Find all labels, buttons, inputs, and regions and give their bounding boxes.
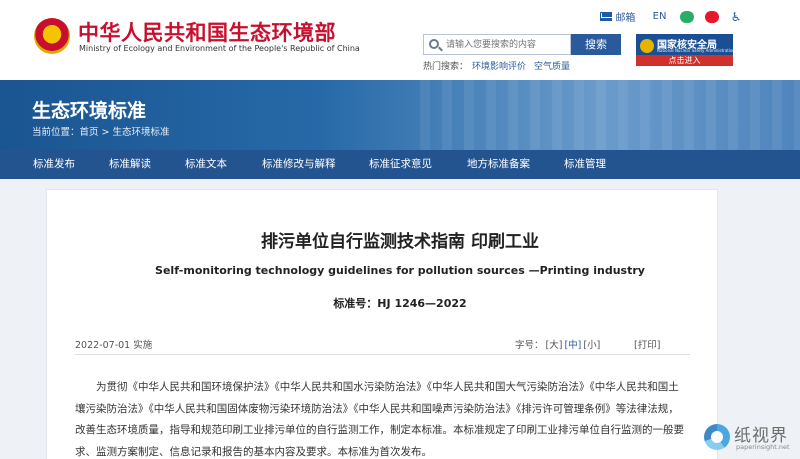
search-input[interactable]	[446, 36, 568, 53]
national-emblem-icon[interactable]: ★	[34, 18, 70, 54]
search-box	[423, 34, 571, 55]
hot-searches: 热门搜索： 环境影响评价 空气质量	[423, 59, 570, 72]
breadcrumb[interactable]: 当前位置：首页 > 生态环境标准	[32, 124, 170, 138]
site-header: ★ 中华人民共和国生态环境部 Ministry of Ecology and E…	[0, 0, 800, 80]
hot-search-item[interactable]: 空气质量	[534, 62, 570, 72]
nav-item-local-standard[interactable]: 地方标准备案	[467, 150, 530, 179]
top-links: 邮箱 EN ♿	[600, 9, 742, 24]
mail-icon[interactable]	[600, 12, 613, 21]
search-button[interactable]: 搜索	[571, 34, 621, 55]
nsa-logo-icon	[640, 39, 654, 53]
search-icon	[429, 39, 439, 49]
watermark-logo-icon	[704, 424, 730, 450]
font-size-large-link[interactable]: [大]	[546, 340, 563, 351]
document-body: 为贯彻《中华人民共和国环境保护法》《中华人民共和国水污染防治法》《中华人民共和国…	[75, 381, 684, 458]
english-link[interactable]: EN	[653, 11, 667, 22]
wechat-icon[interactable]	[679, 10, 694, 23]
nav-item-standard-amendment[interactable]: 标准修改与解释	[262, 150, 336, 179]
watermark-url: paperinsight.net	[736, 443, 790, 451]
font-size-switcher: 字号： [大] [中] [小]	[514, 337, 601, 351]
nav-item-standard-management[interactable]: 标准管理	[564, 150, 606, 179]
hot-search-label: 热门搜索：	[423, 62, 469, 72]
content-divider	[75, 354, 690, 355]
nav-item-standard-release[interactable]: 标准发布	[33, 150, 75, 179]
font-size-medium-link[interactable]: [中]	[564, 340, 581, 351]
watermark: 纸视界 paperinsight.net	[700, 418, 800, 459]
implementation-date: 2022-07-01 实施	[75, 340, 153, 351]
main-nav: 标准发布 标准解读 标准文本 标准修改与解释 标准征求意见 地方标准备案 标准管…	[0, 150, 800, 179]
nav-item-standard-text[interactable]: 标准文本	[185, 150, 227, 179]
nsa-banner-link[interactable]: 国家核安全局 National Nuclear Safety Administr…	[636, 34, 735, 66]
print-link[interactable]: [打印]	[634, 337, 660, 351]
banner-decoration	[420, 80, 800, 150]
ministry-name-en: Ministry of Ecology and Environment of t…	[79, 44, 360, 53]
section-title: 生态环境标准	[32, 100, 147, 122]
document-title-en: Self-monitoring technology guidelines fo…	[155, 264, 645, 277]
weibo-icon[interactable]	[704, 10, 719, 23]
nsa-name-en: National Nuclear Safety Administration	[657, 48, 735, 53]
nsa-enter-label: 点击进入	[636, 55, 733, 66]
ministry-name-cn[interactable]: 中华人民共和国生态环境部	[78, 17, 336, 47]
document-title-cn: 排污单位自行监测技术指南 印刷工业	[261, 232, 539, 252]
font-size-small-link[interactable]: [小]	[583, 340, 600, 351]
accessibility-icon[interactable]: ♿	[730, 10, 742, 24]
font-size-label: 字号：	[515, 340, 544, 351]
standard-number: 标准号：HJ 1246—2022	[333, 297, 467, 310]
mail-link[interactable]: 邮箱	[615, 9, 635, 24]
nav-item-standard-consultation[interactable]: 标准征求意见	[369, 150, 432, 179]
hot-search-item[interactable]: 环境影响评价	[472, 62, 526, 72]
nav-item-standard-interpretation[interactable]: 标准解读	[109, 150, 151, 179]
